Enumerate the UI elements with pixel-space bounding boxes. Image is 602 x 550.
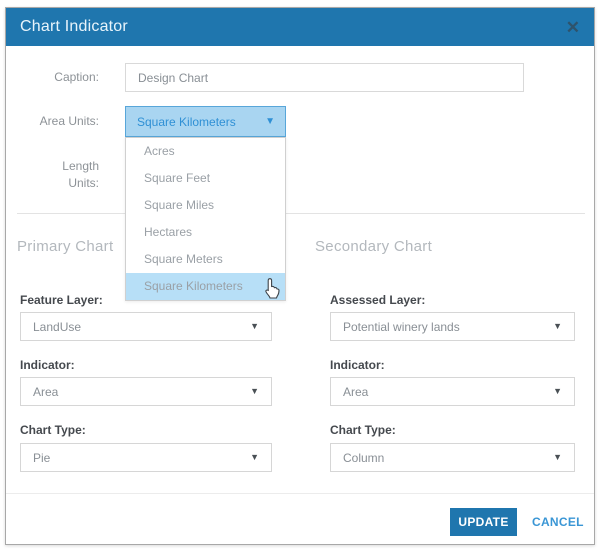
cancel-button[interactable]: CANCEL xyxy=(532,508,584,536)
chevron-down-icon: ▼ xyxy=(553,387,562,396)
option-square-meters[interactable]: Square Meters xyxy=(126,246,285,273)
chevron-down-icon: ▼ xyxy=(250,453,259,462)
feature-layer-select[interactable]: LandUse ▼ xyxy=(20,312,272,341)
option-hectares[interactable]: Hectares xyxy=(126,219,285,246)
assessed-layer-value: Potential winery lands xyxy=(343,320,460,334)
secondary-indicator-select[interactable]: Area ▼ xyxy=(330,377,575,406)
chevron-down-icon: ▼ xyxy=(265,117,275,127)
chevron-down-icon: ▼ xyxy=(553,453,562,462)
secondary-chart-type-value: Column xyxy=(343,451,384,465)
option-label: Square Kilometers xyxy=(144,279,243,293)
secondary-chart-column: Assessed Layer: Potential winery lands ▼… xyxy=(330,8,575,544)
secondary-indicator-value: Area xyxy=(343,385,368,399)
secondary-chart-type-select[interactable]: Column ▼ xyxy=(330,443,575,472)
hand-cursor-icon xyxy=(261,277,282,310)
primary-indicator-label: Indicator: xyxy=(20,358,75,372)
option-square-miles[interactable]: Square Miles xyxy=(126,192,285,219)
primary-indicator-select[interactable]: Area ▼ xyxy=(20,377,272,406)
primary-indicator-value: Area xyxy=(33,385,58,399)
primary-chart-type-value: Pie xyxy=(33,451,50,465)
option-acres[interactable]: Acres xyxy=(126,138,285,165)
chevron-down-icon: ▼ xyxy=(250,322,259,331)
assessed-layer-select[interactable]: Potential winery lands ▼ xyxy=(330,312,575,341)
secondary-indicator-label: Indicator: xyxy=(330,358,385,372)
area-units-options-list: Acres Square Feet Square Miles Hectares … xyxy=(125,137,286,301)
area-units-selected-value: Square Kilometers xyxy=(137,115,236,129)
option-square-feet[interactable]: Square Feet xyxy=(126,165,285,192)
update-button[interactable]: UPDATE xyxy=(450,508,517,536)
secondary-chart-type-label: Chart Type: xyxy=(330,423,396,437)
assessed-layer-label: Assessed Layer: xyxy=(330,293,425,307)
feature-layer-label: Feature Layer: xyxy=(20,293,103,307)
feature-layer-value: LandUse xyxy=(33,320,81,334)
primary-chart-type-label: Chart Type: xyxy=(20,423,86,437)
option-square-kilometers[interactable]: Square Kilometers xyxy=(126,273,285,300)
footer-divider xyxy=(6,493,594,494)
primary-chart-type-select[interactable]: Pie ▼ xyxy=(20,443,272,472)
chevron-down-icon: ▼ xyxy=(553,322,562,331)
area-units-dropdown[interactable]: Square Kilometers ▼ xyxy=(125,106,286,137)
chevron-down-icon: ▼ xyxy=(250,387,259,396)
chart-indicator-dialog: Chart Indicator ✕ Caption: Area Units: S… xyxy=(5,7,595,545)
